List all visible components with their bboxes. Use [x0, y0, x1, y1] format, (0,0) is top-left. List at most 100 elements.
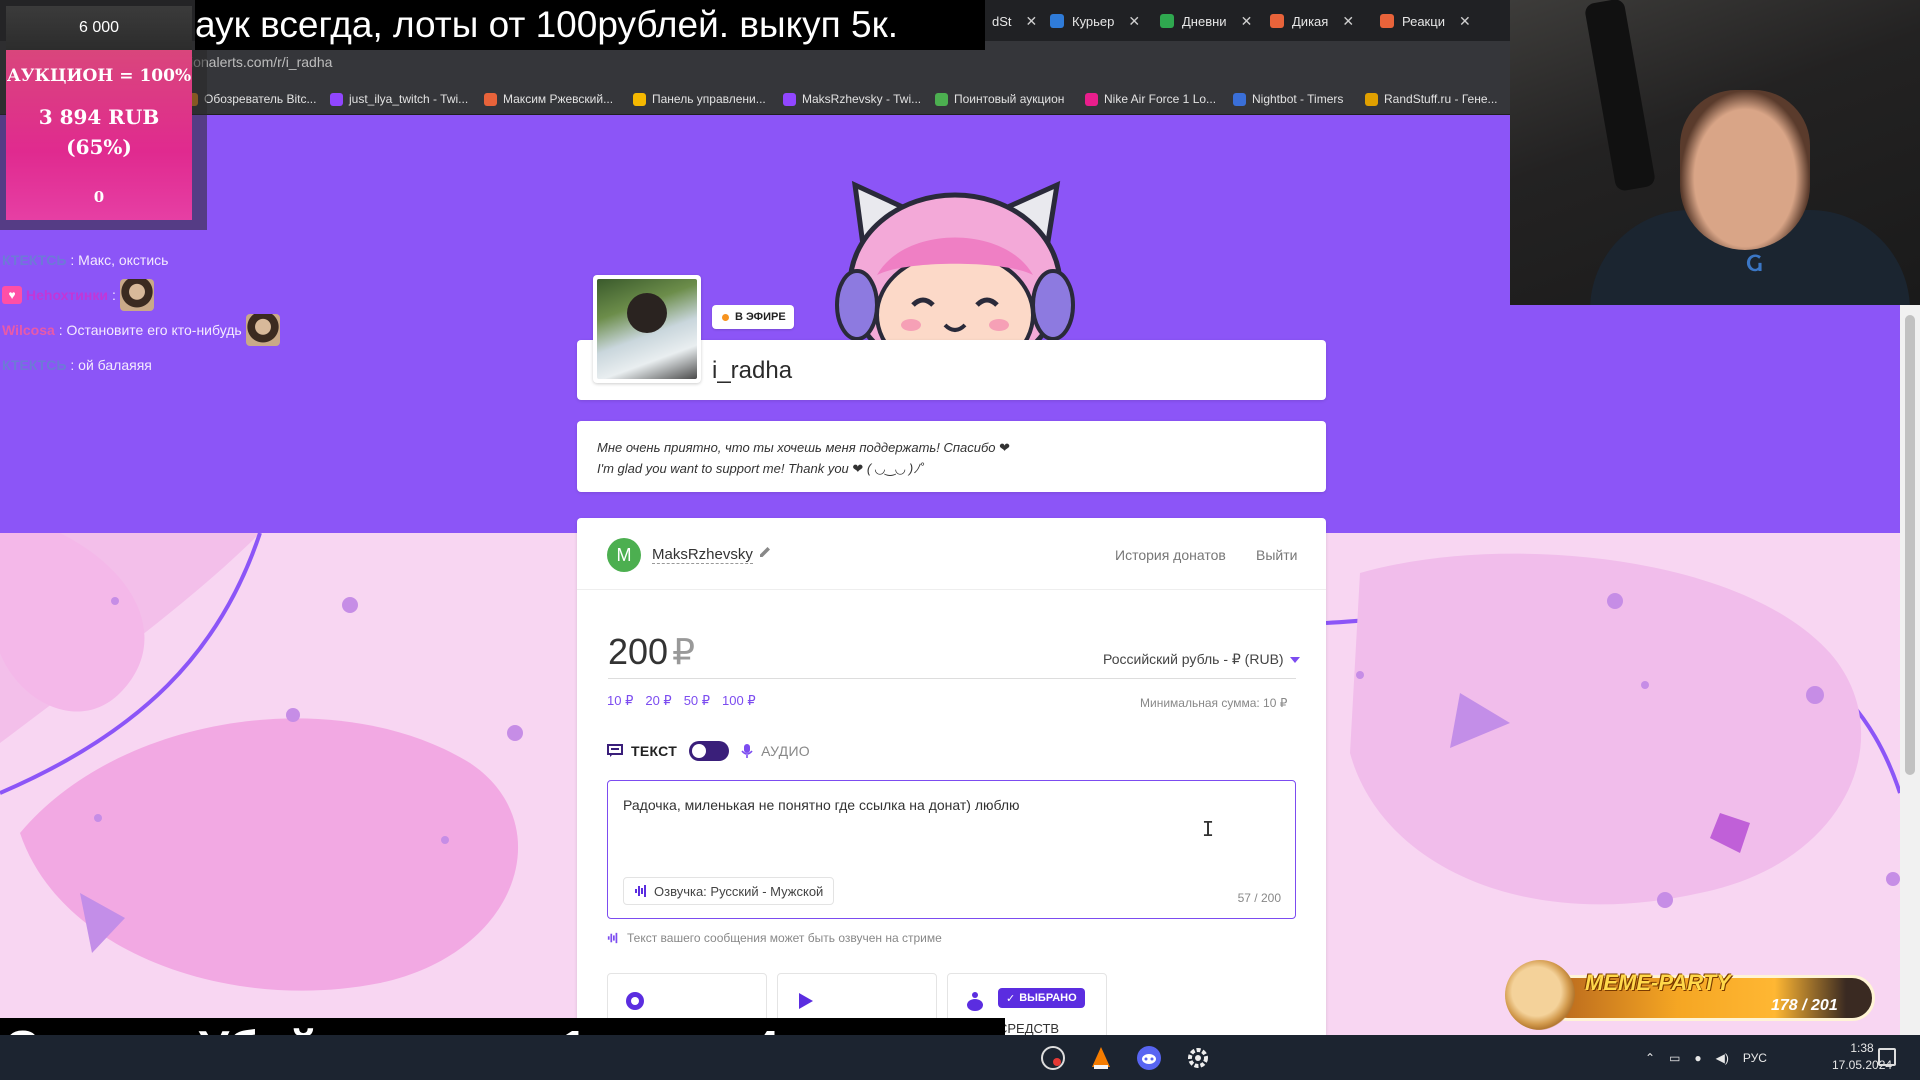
webcam-feed: Ⴚ — [1510, 0, 1920, 305]
payment-method-label: СРЕДСТВ — [998, 1021, 1060, 1035]
discord-icon[interactable] — [1136, 1045, 1162, 1071]
quick-amount-button[interactable]: 100 ₽ — [722, 693, 756, 709]
chat-message: КТЕКТСЬ : Макс, окстись — [2, 242, 322, 277]
bookmark-favicon-icon — [633, 92, 646, 106]
stream-chat: КТЕКТСЬ : Макс, окстись ♥ Неhохтинки : W… — [2, 242, 322, 382]
chat-nick: КТЕКТСЬ — [2, 251, 67, 268]
microphone-arm — [1583, 0, 1657, 193]
live-dot-icon — [722, 313, 729, 321]
scrollbar-thumb[interactable] — [1905, 315, 1915, 775]
close-icon[interactable]: ✕ — [1026, 13, 1038, 30]
minimum-amount-note: Минимальная сумма: 10 ₽ — [1140, 696, 1288, 710]
auction-counter: 0 — [93, 188, 105, 206]
payment-method-icon — [626, 992, 644, 1010]
chat-text: : ой балаяяя — [70, 356, 152, 373]
money-bag-icon — [967, 992, 983, 1011]
tab-favicon-icon — [1160, 14, 1174, 28]
volume-icon[interactable]: ◀) — [1716, 1051, 1729, 1065]
user-name-link[interactable]: MaksRzhevsky — [652, 546, 753, 564]
browser-tab[interactable]: Реакци ✕ — [1370, 6, 1481, 36]
quick-amount-button[interactable]: 10 ₽ — [607, 693, 633, 709]
browser-tab[interactable]: Дикая ✕ — [1260, 6, 1364, 36]
url-text[interactable]: ionalerts.com/r/i_radha — [190, 54, 332, 70]
toggle-knob — [692, 744, 707, 758]
bookmark-favicon-icon — [1365, 92, 1378, 106]
chat-text: : — [111, 286, 116, 303]
chat-nick: Неhохтинки — [26, 286, 108, 303]
keyboard-language[interactable]: РУС — [1743, 1051, 1767, 1065]
message-textarea[interactable]: Радочка, миленькая не понятно где ссылка… — [607, 780, 1296, 919]
text-mode-label[interactable]: ТЕКСТ — [631, 743, 677, 759]
gear-icon[interactable] — [1185, 1045, 1211, 1071]
greeting-card: Мне очень приятно, что ты хочешь меня по… — [577, 421, 1326, 492]
chat-nick: Wilcosa — [2, 321, 55, 338]
voice-select-chip[interactable]: Озвучка: Русский - Мужской — [623, 877, 835, 905]
bookmarks-bar: Обозреватель Bitc... just_ilya_twitch - … — [0, 85, 1510, 115]
text-cursor-icon: I — [1202, 817, 1215, 841]
close-icon[interactable]: ✕ — [1241, 13, 1253, 30]
network-icon[interactable]: ▭ — [1669, 1051, 1680, 1065]
tab-favicon-icon — [1270, 14, 1284, 28]
bookmark-favicon-icon — [1085, 92, 1098, 106]
bookmark-favicon-icon — [783, 92, 796, 106]
bookmark-favicon-icon — [935, 92, 948, 106]
steelseries-icon[interactable] — [1040, 1045, 1066, 1071]
voice-select-value: Озвучка: Русский - Мужской — [654, 883, 824, 899]
bookmark-item[interactable]: Поинтовый аукцион — [935, 92, 1064, 106]
browser-tab[interactable]: Курьер ✕ — [1040, 6, 1150, 36]
close-icon[interactable]: ✕ — [1342, 13, 1354, 30]
character-counter: 57 / 200 — [1237, 891, 1281, 905]
amount-input[interactable]: 200 ₽ — [608, 631, 695, 673]
bookmark-item[interactable]: Nightbot - Timers — [1233, 92, 1343, 106]
quick-amount-button[interactable]: 20 ₽ — [645, 693, 671, 709]
quick-amounts: 10 ₽ 20 ₽ 50 ₽ 100 ₽ — [607, 693, 756, 709]
tab-favicon-icon — [1050, 14, 1064, 28]
voice-hint: Текст вашего сообщения может быть озвуче… — [607, 931, 942, 945]
notification-icon[interactable] — [1878, 1048, 1896, 1066]
chat-text: : Остановите его кто-нибудь — [58, 321, 242, 338]
bookmark-item[interactable]: MaksRzhevsky - Twi... — [783, 92, 921, 106]
microphone-icon — [741, 744, 753, 758]
microphone-tray-icon[interactable]: ● — [1694, 1051, 1701, 1065]
close-icon[interactable]: ✕ — [1128, 13, 1140, 30]
stream-top-ticker: аук всегда, лоты от 100рублей. выкуп 5к. — [195, 0, 985, 50]
doge-icon — [1505, 960, 1575, 1030]
message-text: Радочка, миленькая не понятно где ссылка… — [623, 797, 1020, 813]
chat-nick: КТЕКТСЬ — [2, 356, 67, 373]
browser-tab[interactable]: Дневни ✕ — [1150, 6, 1262, 36]
meme-party-widget: MEME-PARTY 178 / 201 — [1505, 960, 1885, 1030]
message-mode-switch: ТЕКСТ АУДИО — [607, 740, 810, 762]
auction-amount: 3 894 RUB (65%) — [38, 105, 160, 159]
bookmark-favicon-icon — [330, 92, 343, 106]
greeting-line-en: I'm glad you want to support me! Thank y… — [597, 461, 925, 476]
bookmark-item[interactable]: Nike Air Force 1 Lo... — [1085, 92, 1216, 106]
meme-party-title: MEME-PARTY — [1585, 970, 1731, 995]
donation-form-card: M MaksRzhevsky История донатов Выйти 200… — [577, 518, 1326, 1035]
chat-text: : Макс, окстись — [70, 251, 169, 268]
chat-message: ♥ Неhохтинки : — [2, 277, 322, 312]
bookmark-item[interactable]: Панель управлени... — [633, 92, 766, 106]
soundwave-icon — [607, 932, 618, 944]
chevron-up-icon[interactable]: ⌃ — [1645, 1051, 1655, 1065]
donation-history-link[interactable]: История донатов — [1115, 547, 1226, 563]
quick-amount-button[interactable]: 50 ₽ — [684, 693, 710, 709]
streamer-name: i_radha — [712, 357, 793, 384]
shirt-logo-icon: Ⴚ — [1746, 254, 1763, 276]
auction-goal: 6 000 — [6, 6, 192, 50]
logout-link[interactable]: Выйти — [1256, 547, 1297, 563]
text-message-icon — [607, 744, 623, 757]
vlc-icon[interactable] — [1088, 1045, 1114, 1071]
pencil-edit-icon[interactable] — [757, 544, 773, 560]
tab-favicon-icon — [1380, 14, 1394, 28]
close-icon[interactable]: ✕ — [1459, 13, 1471, 30]
bookmark-item[interactable]: just_ilya_twitch - Twi... — [330, 92, 468, 106]
audio-mode-label[interactable]: АУДИО — [761, 743, 810, 759]
streamer-head — [1680, 90, 1810, 250]
bookmark-item[interactable]: Максим Ржевский... — [484, 92, 613, 106]
streamer-avatar — [593, 275, 701, 383]
currency-select[interactable]: Российский рубль - ₽ (RUB) — [1103, 651, 1300, 668]
chat-emote-icon — [119, 278, 154, 311]
amount-currency-symbol: ₽ — [672, 631, 695, 672]
text-audio-toggle[interactable] — [689, 741, 730, 761]
bookmark-item[interactable]: RandStuff.ru - Гене... — [1365, 92, 1498, 106]
